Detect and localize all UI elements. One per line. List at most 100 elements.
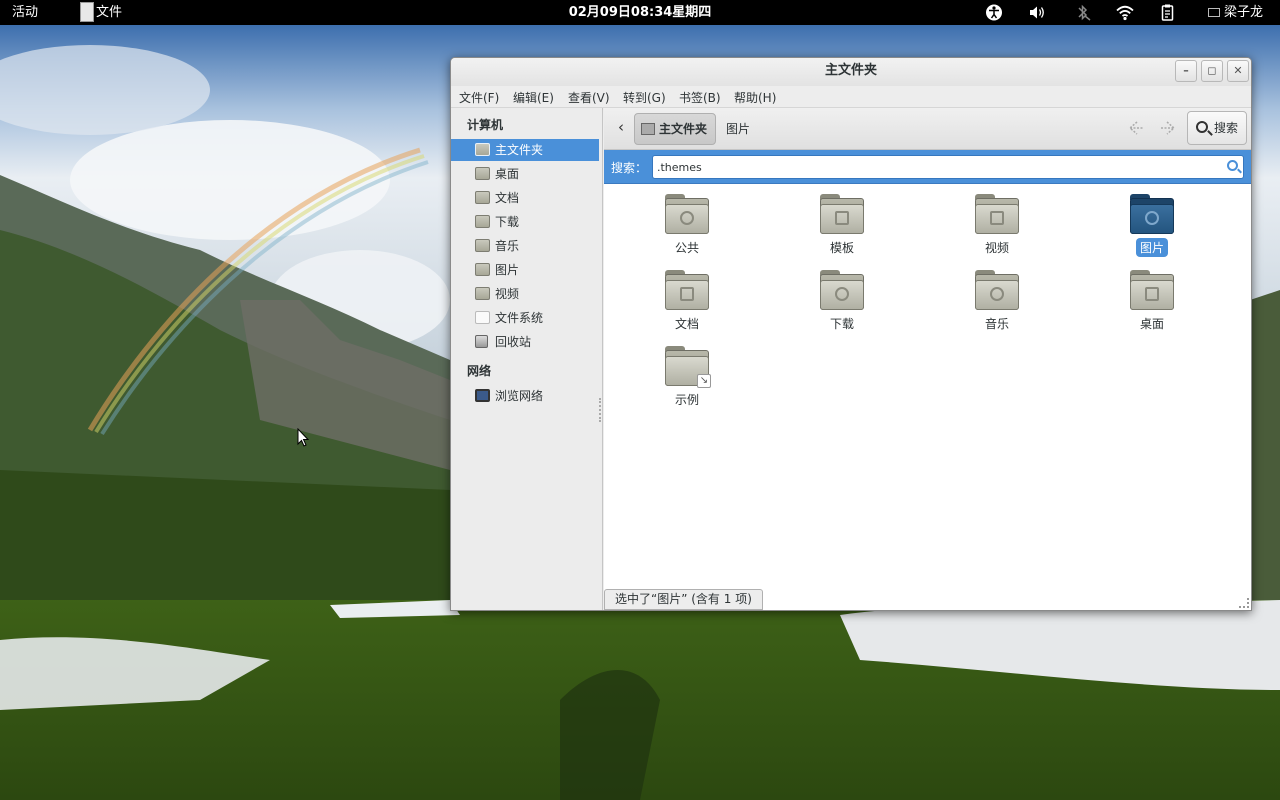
- window-title: 主文件夹: [824, 63, 877, 78]
- file-item-label: 桌面: [1139, 317, 1164, 331]
- search-label: 搜索：: [611, 161, 648, 175]
- breadcrumb-pictures[interactable]: 图片: [726, 120, 750, 137]
- toolbar: ‹ 主文件夹 图片 搜索: [604, 108, 1251, 150]
- mouse-cursor-icon: [297, 428, 310, 447]
- file-item-public[interactable]: 公共: [632, 194, 742, 257]
- user-name: 梁子龙: [1224, 5, 1264, 20]
- sidebar-item-music[interactable]: 音乐: [451, 235, 599, 257]
- sidebar-item-label: 桌面: [495, 167, 520, 181]
- status-bar: 选中了“图片” (含有 1 项): [604, 589, 763, 610]
- file-item-templates[interactable]: 模板: [787, 194, 897, 257]
- trash-icon: [475, 335, 488, 348]
- downloads-folder-icon: [820, 270, 864, 310]
- templates-folder-icon: [820, 194, 864, 234]
- menu-view[interactable]: 查看(V): [568, 89, 610, 106]
- file-item-label: 音乐: [984, 317, 1009, 331]
- file-item-label: 公共: [674, 241, 699, 255]
- home-folder-icon: [475, 143, 490, 156]
- breadcrumb-home-label: 主文件夹: [659, 122, 708, 136]
- menu-bookmarks[interactable]: 书签(B): [679, 89, 721, 106]
- volume-icon[interactable]: [1027, 3, 1047, 22]
- sidebar-item-label: 浏览网络: [495, 389, 544, 403]
- symlink-arrow-icon: ↘: [697, 374, 711, 388]
- desktop-folder-icon: [1130, 270, 1174, 310]
- search-button[interactable]: 搜索: [1187, 111, 1247, 145]
- sidebar-item-desktop[interactable]: 桌面: [451, 163, 599, 185]
- menu-file[interactable]: 文件(F): [459, 89, 499, 106]
- documents-folder-icon: [665, 270, 709, 310]
- search-field-icon[interactable]: [1227, 160, 1238, 171]
- file-manager-window: 主文件夹 – ◻ ✕ 文件(F) 编辑(E) 查看(V) 转到(G) 书签(B)…: [450, 57, 1252, 611]
- file-item-label: 示例: [674, 393, 699, 407]
- file-item-label: 下载: [829, 317, 854, 331]
- pictures-folder-icon: [1130, 194, 1174, 234]
- breadcrumb-home[interactable]: 主文件夹: [634, 113, 716, 145]
- maximize-button[interactable]: ◻: [1201, 60, 1223, 82]
- sidebar-item-trash[interactable]: 回收站: [451, 331, 599, 353]
- user-menu[interactable]: 梁子龙: [1208, 0, 1263, 25]
- sidebar-item-videos[interactable]: 视频: [451, 283, 599, 305]
- menu-help[interactable]: 帮助(H): [734, 89, 776, 106]
- sidebar-item-label: 文件系统: [495, 311, 544, 325]
- sidebar-item-label: 主文件夹: [495, 143, 544, 157]
- sidebar: 计算机 主文件夹 桌面 文档 下载 音乐 图片 视频 文件系统 回收站 网络 浏…: [451, 108, 603, 610]
- examples-folder-icon: ↘: [665, 346, 711, 388]
- downloads-folder-icon: [475, 215, 490, 228]
- close-button[interactable]: ✕: [1227, 60, 1249, 82]
- network-icon: [475, 389, 490, 402]
- file-view: 公共 模板 视频 图片 文档 下载 音乐 桌面 ↘ 示例: [604, 184, 1251, 610]
- search-button-label: 搜索: [1214, 121, 1239, 135]
- files-app-icon: [80, 2, 94, 22]
- nav-previous-icon[interactable]: [1124, 116, 1146, 140]
- sidebar-item-label: 音乐: [495, 239, 520, 253]
- sidebar-item-browse-network[interactable]: 浏览网络: [451, 385, 599, 407]
- sidebar-item-documents[interactable]: 文档: [451, 187, 599, 209]
- minimize-button[interactable]: –: [1175, 60, 1197, 82]
- app-menu[interactable]: 文件: [80, 0, 122, 25]
- pane-resize-handle[interactable]: [599, 398, 602, 422]
- desktop-folder-icon: [475, 167, 490, 180]
- filesystem-icon: [475, 311, 490, 324]
- sidebar-item-label: 视频: [495, 287, 520, 301]
- menu-go[interactable]: 转到(G): [623, 89, 666, 106]
- sidebar-item-pictures[interactable]: 图片: [451, 259, 599, 281]
- file-item-downloads[interactable]: 下载: [787, 270, 897, 333]
- file-item-label: 模板: [829, 241, 854, 255]
- clipboard-icon[interactable]: [1158, 3, 1178, 22]
- file-item-examples[interactable]: ↘ 示例: [632, 346, 742, 409]
- clock[interactable]: 02月09日08:34星期四: [569, 5, 712, 20]
- bluetooth-icon[interactable]: [1073, 3, 1093, 22]
- file-item-label: 文档: [674, 317, 699, 331]
- file-item-label: 视频: [984, 241, 1009, 255]
- nav-next-icon[interactable]: [1158, 116, 1180, 140]
- resize-grip[interactable]: [1239, 598, 1249, 608]
- top-bar: 活动 文件 02月09日08:34星期四 梁子龙: [0, 0, 1280, 25]
- sidebar-item-filesystem[interactable]: 文件系统: [451, 307, 599, 329]
- sidebar-item-home[interactable]: 主文件夹: [451, 139, 599, 161]
- sidebar-item-label: 文档: [495, 191, 520, 205]
- documents-folder-icon: [475, 191, 490, 204]
- videos-folder-icon: [475, 287, 490, 300]
- titlebar[interactable]: 主文件夹 – ◻ ✕: [451, 58, 1251, 86]
- file-item-pictures[interactable]: 图片: [1097, 194, 1207, 257]
- home-icon: [641, 123, 655, 135]
- videos-folder-icon: [975, 194, 1019, 234]
- file-item-desktop[interactable]: 桌面: [1097, 270, 1207, 333]
- user-status-icon: [1208, 8, 1220, 17]
- music-folder-icon: [975, 270, 1019, 310]
- menu-edit[interactable]: 编辑(E): [513, 89, 554, 106]
- search-input[interactable]: [652, 155, 1244, 179]
- sidebar-item-label: 图片: [495, 263, 520, 277]
- menubar: 文件(F) 编辑(E) 查看(V) 转到(G) 书签(B) 帮助(H): [451, 86, 1251, 108]
- file-item-label: 图片: [1135, 238, 1168, 257]
- wifi-icon[interactable]: [1115, 3, 1135, 22]
- accessibility-icon[interactable]: [984, 3, 1004, 22]
- search-icon: [1196, 121, 1208, 133]
- activities-button[interactable]: 活动: [12, 0, 38, 25]
- back-button[interactable]: ‹: [610, 116, 632, 140]
- sidebar-item-label: 下载: [495, 215, 520, 229]
- sidebar-item-downloads[interactable]: 下载: [451, 211, 599, 233]
- file-item-documents[interactable]: 文档: [632, 270, 742, 333]
- file-item-music[interactable]: 音乐: [942, 270, 1052, 333]
- file-item-videos[interactable]: 视频: [942, 194, 1052, 257]
